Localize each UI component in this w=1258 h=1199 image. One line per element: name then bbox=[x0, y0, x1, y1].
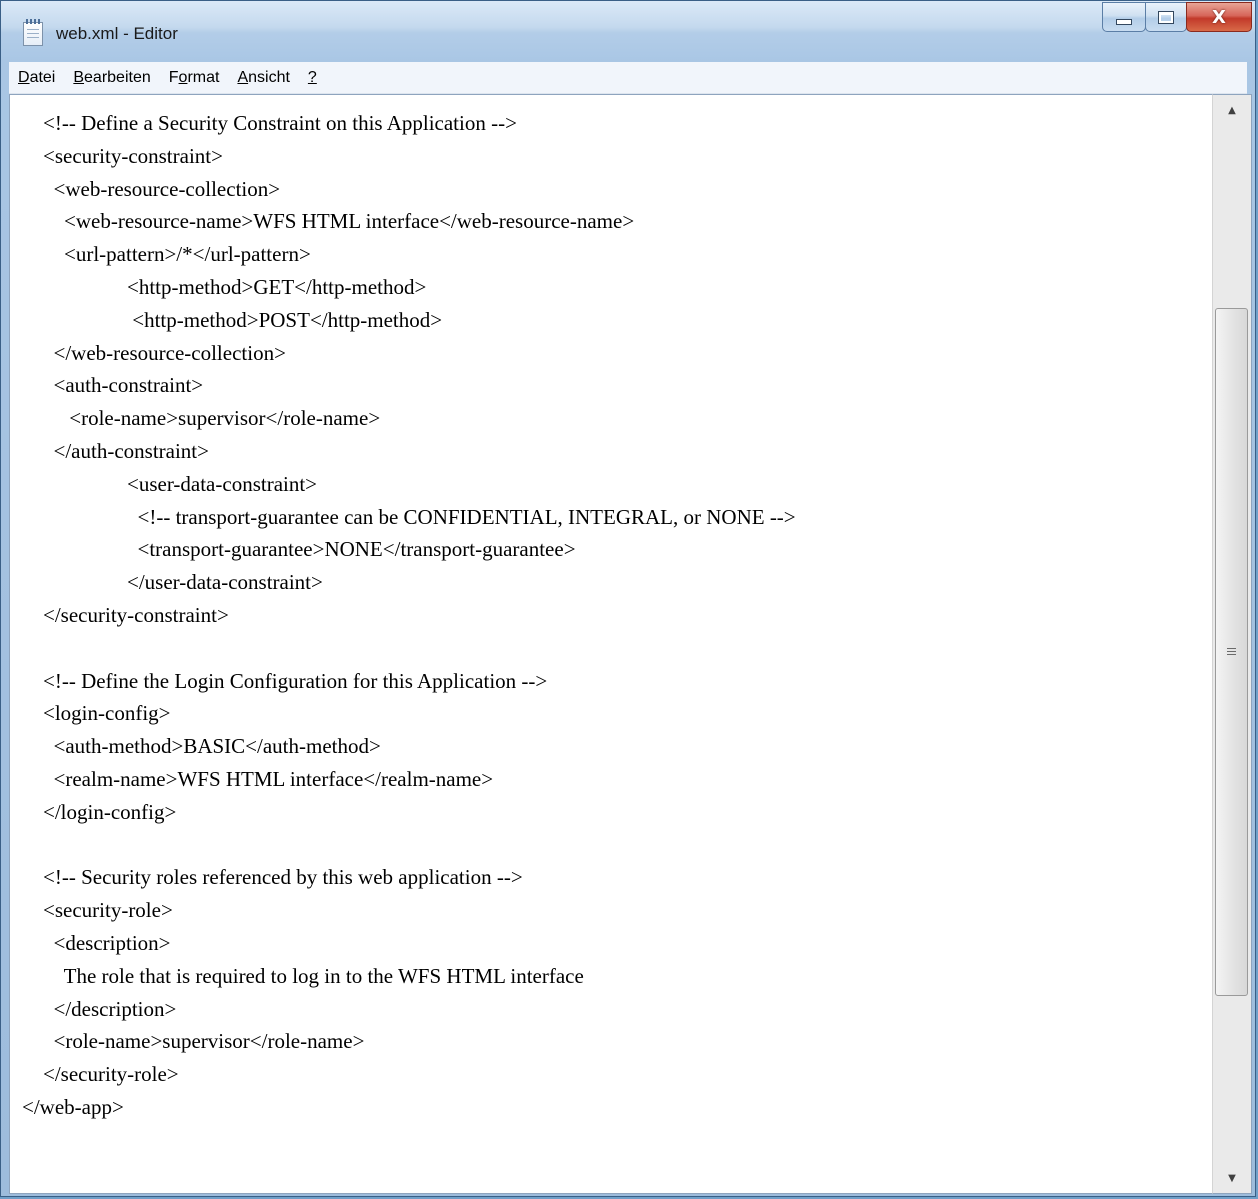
code-line: <role-name>supervisor</role-name> bbox=[43, 1029, 365, 1054]
code-line: <login-config> bbox=[43, 701, 171, 726]
code-line: <auth-method>BASIC</auth-method> bbox=[43, 734, 381, 759]
menu-datei[interactable]: Datei bbox=[9, 62, 64, 93]
scroll-up-button[interactable]: ▲ bbox=[1213, 95, 1251, 125]
close-icon: X bbox=[1212, 6, 1226, 28]
code-line: </login-config> bbox=[43, 799, 177, 824]
code-line: The role that is required to log in to t… bbox=[43, 963, 584, 988]
code-line: <description> bbox=[43, 931, 171, 955]
minimize-button[interactable] bbox=[1102, 2, 1146, 32]
scrollbar-thumb[interactable] bbox=[1215, 308, 1248, 997]
window-title: web.xml - Editor bbox=[56, 24, 178, 43]
menu-format[interactable]: Format bbox=[160, 62, 229, 93]
notepad-icon bbox=[23, 19, 43, 46]
maximize-icon bbox=[1158, 10, 1174, 24]
code-line: <security-role> bbox=[43, 898, 173, 923]
vertical-scrollbar[interactable]: ▲ ▼ bbox=[1212, 94, 1252, 1194]
code-line: <url-pattern>/*</url-pattern> bbox=[43, 242, 311, 267]
code-line: </auth-constraint> bbox=[43, 439, 209, 463]
text-editor-area[interactable]: <!-- Define a Security Constraint on thi… bbox=[9, 94, 1212, 1194]
code-line: <web-resource-name>WFS HTML interface</w… bbox=[43, 209, 635, 234]
maximize-button[interactable] bbox=[1145, 2, 1187, 32]
code-line: <transport-guarantee>NONE</transport-gua… bbox=[43, 537, 576, 562]
arrow-down-icon: ▼ bbox=[1228, 1172, 1236, 1184]
code-line: <http-method>GET</http-method> bbox=[43, 275, 427, 299]
arrow-up-icon: ▲ bbox=[1228, 104, 1236, 116]
code-line: <!-- Security roles referenced by this w… bbox=[43, 865, 523, 890]
code-line: <role-name>supervisor</role-name> bbox=[43, 406, 381, 431]
menu-help[interactable]: ? bbox=[299, 62, 326, 93]
menu-ansicht[interactable]: Ansicht bbox=[228, 62, 298, 93]
code-line: </web-resource-collection> bbox=[43, 340, 286, 365]
code-line: <!-- Define a Security Constraint on thi… bbox=[43, 111, 517, 135]
title-bar[interactable]: web.xml - Editor X bbox=[1, 1, 1255, 59]
grip-icon bbox=[1227, 647, 1236, 657]
scroll-down-button[interactable]: ▼ bbox=[1213, 1163, 1251, 1193]
editor-window: web.xml - Editor X Datei Bearbeiten Form… bbox=[0, 0, 1256, 1197]
close-button[interactable]: X bbox=[1186, 2, 1252, 32]
code-line: <user-data-constraint> bbox=[43, 471, 318, 496]
code-line: <!-- Define the Login Configuration for … bbox=[43, 668, 548, 693]
code-line: <security-constraint> bbox=[43, 143, 223, 168]
code-line: <!-- transport-guarantee can be CONFIDEN… bbox=[43, 504, 796, 529]
code-line: </web-app> bbox=[22, 1095, 124, 1119]
minimize-icon bbox=[1116, 19, 1132, 25]
code-line: </user-data-constraint> bbox=[43, 570, 323, 595]
code-line: <web-resource-collection> bbox=[43, 176, 281, 201]
code-line: <auth-constraint> bbox=[43, 373, 204, 398]
menu-bearbeiten[interactable]: Bearbeiten bbox=[64, 62, 159, 93]
code-line: </security-constraint> bbox=[43, 603, 229, 627]
code-line: </security-role> bbox=[43, 1062, 179, 1087]
menu-bar: Datei Bearbeiten Format Ansicht ? bbox=[9, 62, 1247, 94]
code-line: <http-method>POST</http-method> bbox=[43, 307, 443, 332]
code-line: </description> bbox=[43, 996, 177, 1021]
code-line: <realm-name>WFS HTML interface</realm-na… bbox=[43, 767, 494, 791]
